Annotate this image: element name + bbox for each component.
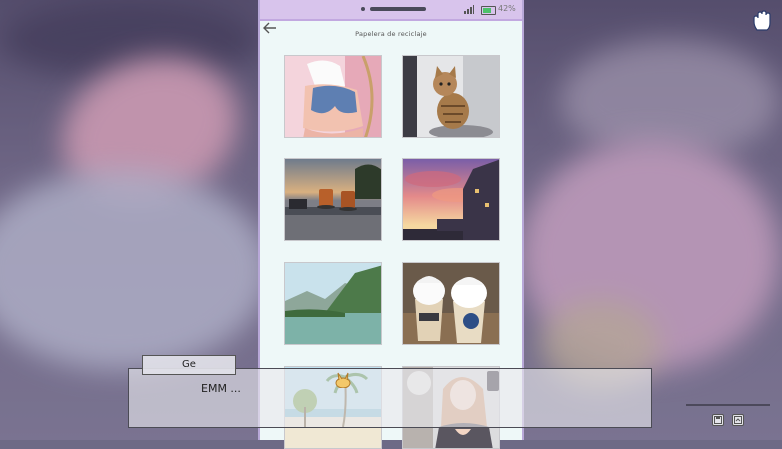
quick-menu-divider (686, 404, 770, 406)
speaker-grille (370, 7, 426, 11)
front-camera (361, 7, 365, 11)
signal-icon (464, 5, 474, 14)
speaker-name: Ge (182, 359, 196, 370)
dialogue-text: EMM ... (201, 382, 241, 395)
dialogue-box[interactable]: EMM ... (128, 368, 652, 428)
photo-lake-mountains[interactable] (284, 262, 382, 345)
battery-level: 42% (498, 4, 516, 13)
photo-city-sky[interactable] (402, 158, 500, 241)
photo-iced-coffees[interactable] (402, 262, 500, 345)
photo-tabby-cat[interactable] (402, 55, 500, 138)
battery-icon (481, 6, 496, 15)
app-title: Papelera de reciclaje (355, 30, 427, 38)
speaker-name-box: Ge (142, 355, 236, 375)
load-icon[interactable] (732, 414, 744, 426)
bunny-sticker-icon (334, 372, 352, 389)
hand-cursor-icon (751, 10, 773, 32)
photo-drinks-sunset[interactable] (284, 158, 382, 241)
photo-girl-shorts[interactable] (284, 55, 382, 138)
phone-status-bar: 42% (260, 0, 522, 21)
save-icon[interactable] (712, 414, 724, 426)
